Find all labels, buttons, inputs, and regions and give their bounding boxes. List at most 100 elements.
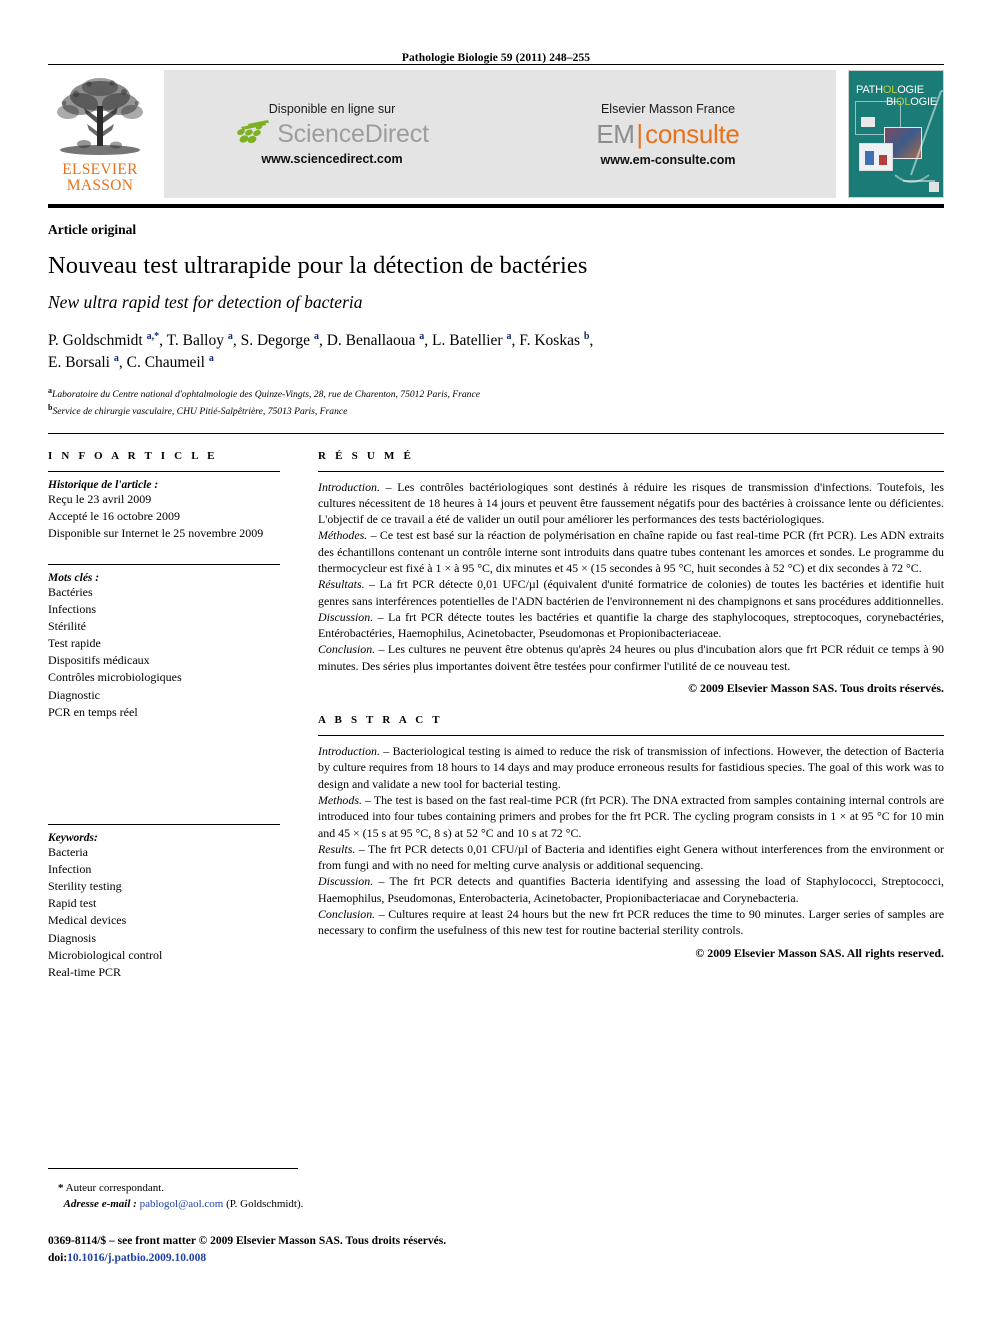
abstract-discussion-label: Discussion. –	[318, 874, 385, 889]
cover-label-strip	[861, 117, 875, 127]
sciencedirect-block[interactable]: Disponible en ligne sur ScienceDirect ww…	[164, 70, 500, 198]
abstract-introduction-label: Introduction. –	[318, 744, 390, 759]
info-rule	[48, 470, 280, 472]
author-list: P. Goldschmidt a,*, T. Balloy a, S. Dego…	[48, 330, 944, 374]
abstract-results: Results. – The frt PCR detects 0,01 CFU/…	[318, 841, 944, 874]
emconsulte-block[interactable]: Elsevier Masson France EM | consulte www…	[500, 70, 836, 198]
resume-rule	[318, 470, 944, 472]
abstract-results-label: Results. –	[318, 841, 365, 856]
affiliation-b: bService de chirurgie vasculaire, CHU Pi…	[48, 402, 944, 419]
emconsulte-url[interactable]: www.em-consulte.com	[601, 153, 736, 167]
abstracts-column: R É S U M É Introduction. – Les contrôle…	[298, 450, 944, 982]
abstract-heading: A B S T R A C T	[318, 714, 443, 727]
affil-marker: a	[113, 353, 119, 365]
keyword-fr-item: Test rapide	[48, 636, 101, 651]
resume-conclusion-label: Conclusion. –	[318, 642, 385, 657]
abstract-spacer	[318, 696, 944, 714]
elsevier-masson-logo: ELSEVIER MASSON	[48, 70, 152, 198]
footer-rule	[48, 1167, 298, 1169]
journal-running-head: Pathologie Biologie 59 (2011) 248–255	[401, 52, 591, 64]
resume-resultats: Résultats. – La frt PCR détecte 0,01 UFC…	[318, 576, 944, 609]
affiliation-a: aLaboratoire du Centre national d'ophtal…	[48, 385, 944, 402]
history-online: Disponible sur Internet le 25 novembre 2…	[48, 525, 264, 540]
keyword-en-item: Diagnosis	[48, 930, 96, 945]
keywords-en-label: Keywords:	[48, 831, 98, 844]
affil-marker: a	[506, 331, 512, 342]
emconsulte-divider: |	[636, 118, 644, 149]
abstract-discussion-text: The frt PCR detects and quantifies Bacte…	[318, 874, 944, 905]
doi-label: doi:	[48, 1251, 68, 1264]
abstract-introduction: Introduction. – Bacteriological testing …	[318, 743, 944, 792]
cover-funnel-graphic	[894, 90, 943, 183]
affil-marker: a	[419, 331, 425, 342]
resume-methodes-label: Méthodes. –	[318, 528, 377, 543]
resume-heading: R É S U M É	[318, 449, 415, 462]
keyword-fr-item: Infections	[48, 601, 96, 616]
resume-conclusion: Conclusion. – Les cultures ne peuvent êt…	[318, 641, 944, 674]
resume-copyright: © 2009 Elsevier Masson SAS. Tous droits …	[688, 681, 944, 696]
resume-discussion-text: La frt PCR détecte toutes les bactéries …	[318, 609, 944, 641]
sciencedirect-url[interactable]: www.sciencedirect.com	[261, 152, 402, 166]
emconsulte-wordmark-right: consulte	[645, 118, 740, 149]
email-link[interactable]: pablogol@aol.com	[140, 1198, 224, 1210]
keyword-fr-item: Dispositifs médicaux	[48, 653, 150, 668]
affil-marker: b	[583, 331, 590, 342]
emconsulte-logo: EM | consulte	[596, 118, 740, 150]
author-line-2: E. Borsali a, C. Chaumeil a	[48, 353, 214, 372]
emconsulte-wordmark-left: EM	[596, 118, 635, 149]
abstract-results-text: The frt PCR detects 0,01 CFU/µl of Bacte…	[318, 841, 944, 873]
header-top-rule	[48, 64, 944, 65]
keyword-en-item: Microbiological control	[48, 947, 163, 962]
abstract-methods-label: Methods. –	[318, 792, 371, 807]
history-received: Reçu le 23 avril 2009	[48, 491, 152, 506]
abstract-copyright: © 2009 Elsevier Masson SAS. All rights r…	[695, 945, 944, 960]
abstract-body: Introduction. – Bacteriological testing …	[318, 743, 944, 939]
affiliations: aLaboratoire du Centre national d'ophtal…	[48, 385, 944, 419]
front-matter-block: 0369-8114/$ – see front matter © 2009 El…	[48, 1233, 944, 1268]
column-spacer	[48, 721, 280, 815]
history-accepted: Accepté le 16 octobre 2009	[48, 508, 180, 523]
resume-discussion-label: Discussion. –	[318, 609, 384, 624]
resume-introduction: Introduction. – Les contrôles bactériolo…	[318, 479, 944, 528]
emconsulte-caption: Elsevier Masson France	[600, 101, 736, 116]
abstract-region: I N F O A R T I C L E Historique de l'ar…	[48, 450, 944, 982]
affil-marker: a,*	[146, 331, 160, 342]
keyword-en-item: Real-time PCR	[48, 964, 121, 979]
sciencedirect-logo: ScienceDirect	[235, 119, 429, 149]
publisher-banner: ELSEVIER MASSON Disponible en ligne sur	[48, 70, 944, 198]
doi-line: doi:10.1016/j.patbio.2009.10.008	[48, 1250, 944, 1267]
abstract-conclusion-label: Conclusion. –	[318, 907, 385, 922]
affil-marker: a	[313, 331, 319, 342]
elsevier-tree-icon	[57, 78, 143, 155]
resume-conclusion-text: Les cultures ne peuvent être obtenus qu'…	[318, 642, 944, 673]
page-footer: * Auteur correspondant. Adresse e-mail :…	[48, 1167, 944, 1268]
sciencedirect-wordmark: ScienceDirect	[277, 119, 429, 148]
resume-body: Introduction. – Les contrôles bactériolo…	[318, 479, 944, 675]
sciencedirect-leaves-icon	[237, 120, 270, 144]
author-line-1: P. Goldschmidt a,*, T. Balloy a, S. Dego…	[48, 331, 594, 350]
page-subtitle-english: New ultra rapid test for detection of ba…	[48, 292, 363, 312]
cover-publisher-mark	[929, 182, 939, 192]
corresponding-author-note: * Auteur correspondant. Adresse e-mail :…	[48, 1180, 944, 1213]
keyword-en-item: Infection	[48, 862, 92, 876]
front-matter-line: 0369-8114/$ – see front matter © 2009 El…	[48, 1234, 447, 1247]
resume-methodes: Méthodes. – Ce test est basé sur la réac…	[318, 527, 944, 576]
page-title: Nouveau test ultrarapide pour la détecti…	[48, 252, 588, 279]
affil-marker: a	[227, 331, 233, 342]
banner-grey-panel: Disponible en ligne sur ScienceDirect ww…	[164, 70, 836, 198]
corresponding-author-text: Auteur correspondant.	[65, 1181, 165, 1194]
doi-link[interactable]: 10.1016/j.patbio.2009.10.008	[67, 1252, 206, 1264]
resume-resultats-text: La frt PCR détecte 0,01 UFC/µl (équivale…	[318, 577, 944, 608]
title-separator-rule	[48, 432, 944, 434]
keyword-fr-item: PCR en temps réel	[48, 704, 138, 719]
abstract-rule	[318, 735, 944, 737]
corresponding-author-marker: *	[58, 1181, 64, 1194]
abstract-methods-text: The test is based on the fast real-time …	[318, 792, 944, 840]
keywords-fr-label: Mots clés :	[48, 571, 100, 584]
resume-resultats-label: Résultats. –	[318, 577, 375, 592]
keywords-en-rule	[48, 823, 280, 825]
article-type-label: Article original	[48, 222, 137, 237]
keyword-fr-item: Bactéries	[48, 584, 93, 599]
keyword-en-item: Rapid test	[48, 896, 97, 911]
abstract-methods: Methods. – The test is based on the fast…	[318, 792, 944, 841]
